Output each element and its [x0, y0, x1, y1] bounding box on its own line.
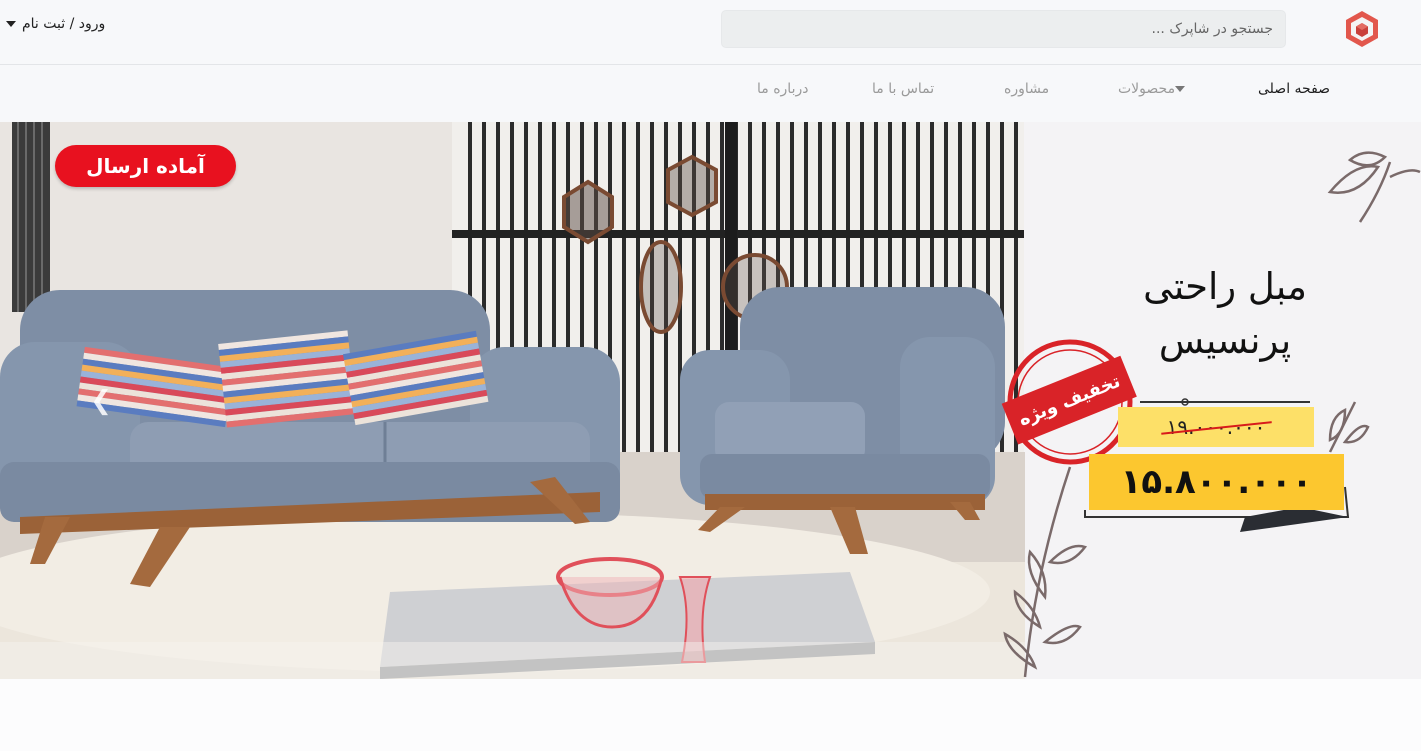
nav-item-products[interactable]: محصولات	[1118, 81, 1191, 97]
main-nav: صفحه اصلی محصولات مشاوره تماس با ما دربا…	[0, 65, 1421, 122]
product-title-line2: پرنسیس	[1158, 319, 1292, 362]
login-register-link[interactable]: ورود / ثبت نام	[22, 16, 105, 32]
products-caret-down-icon	[1175, 86, 1186, 92]
product-title: مبل راحتی پرنسیس	[1092, 260, 1358, 368]
hero-product-image	[0, 122, 1421, 679]
nav-item-about[interactable]: درباره ما	[757, 81, 808, 97]
product-title-line1: مبل راحتی	[1143, 265, 1307, 308]
caret-down-icon	[6, 21, 16, 27]
ready-to-ship-badge: آماده ارسال	[55, 145, 236, 187]
nav-item-products-label: محصولات	[1118, 81, 1176, 97]
hero-banner[interactable]: آماده ارسال مبل راحتی پرنسیس تخفیف ویژه …	[0, 122, 1421, 679]
account-menu[interactable]: ورود / ثبت نام	[6, 14, 105, 34]
nav-item-home[interactable]: صفحه اصلی	[1258, 81, 1330, 97]
search-input[interactable]	[721, 10, 1286, 48]
store-box-logo-icon[interactable]	[1342, 9, 1382, 49]
nav-item-contact[interactable]: تماس با ما	[872, 81, 934, 97]
special-discount-label: تخفیف ویژه	[1001, 355, 1137, 445]
chevron-left-icon[interactable]: ❮	[90, 384, 112, 418]
striped-pillow	[218, 330, 357, 428]
top-header: ورود / ثبت نام	[0, 0, 1421, 65]
page-content-area	[0, 679, 1421, 751]
old-price: ۱۹.۰۰۰.۰۰۰	[1118, 407, 1314, 447]
new-price: ۱۵.۸۰۰.۰۰۰	[1089, 454, 1344, 510]
old-price-value: ۱۹.۰۰۰.۰۰۰	[1166, 415, 1266, 439]
nav-item-consulting[interactable]: مشاوره	[1004, 81, 1049, 97]
